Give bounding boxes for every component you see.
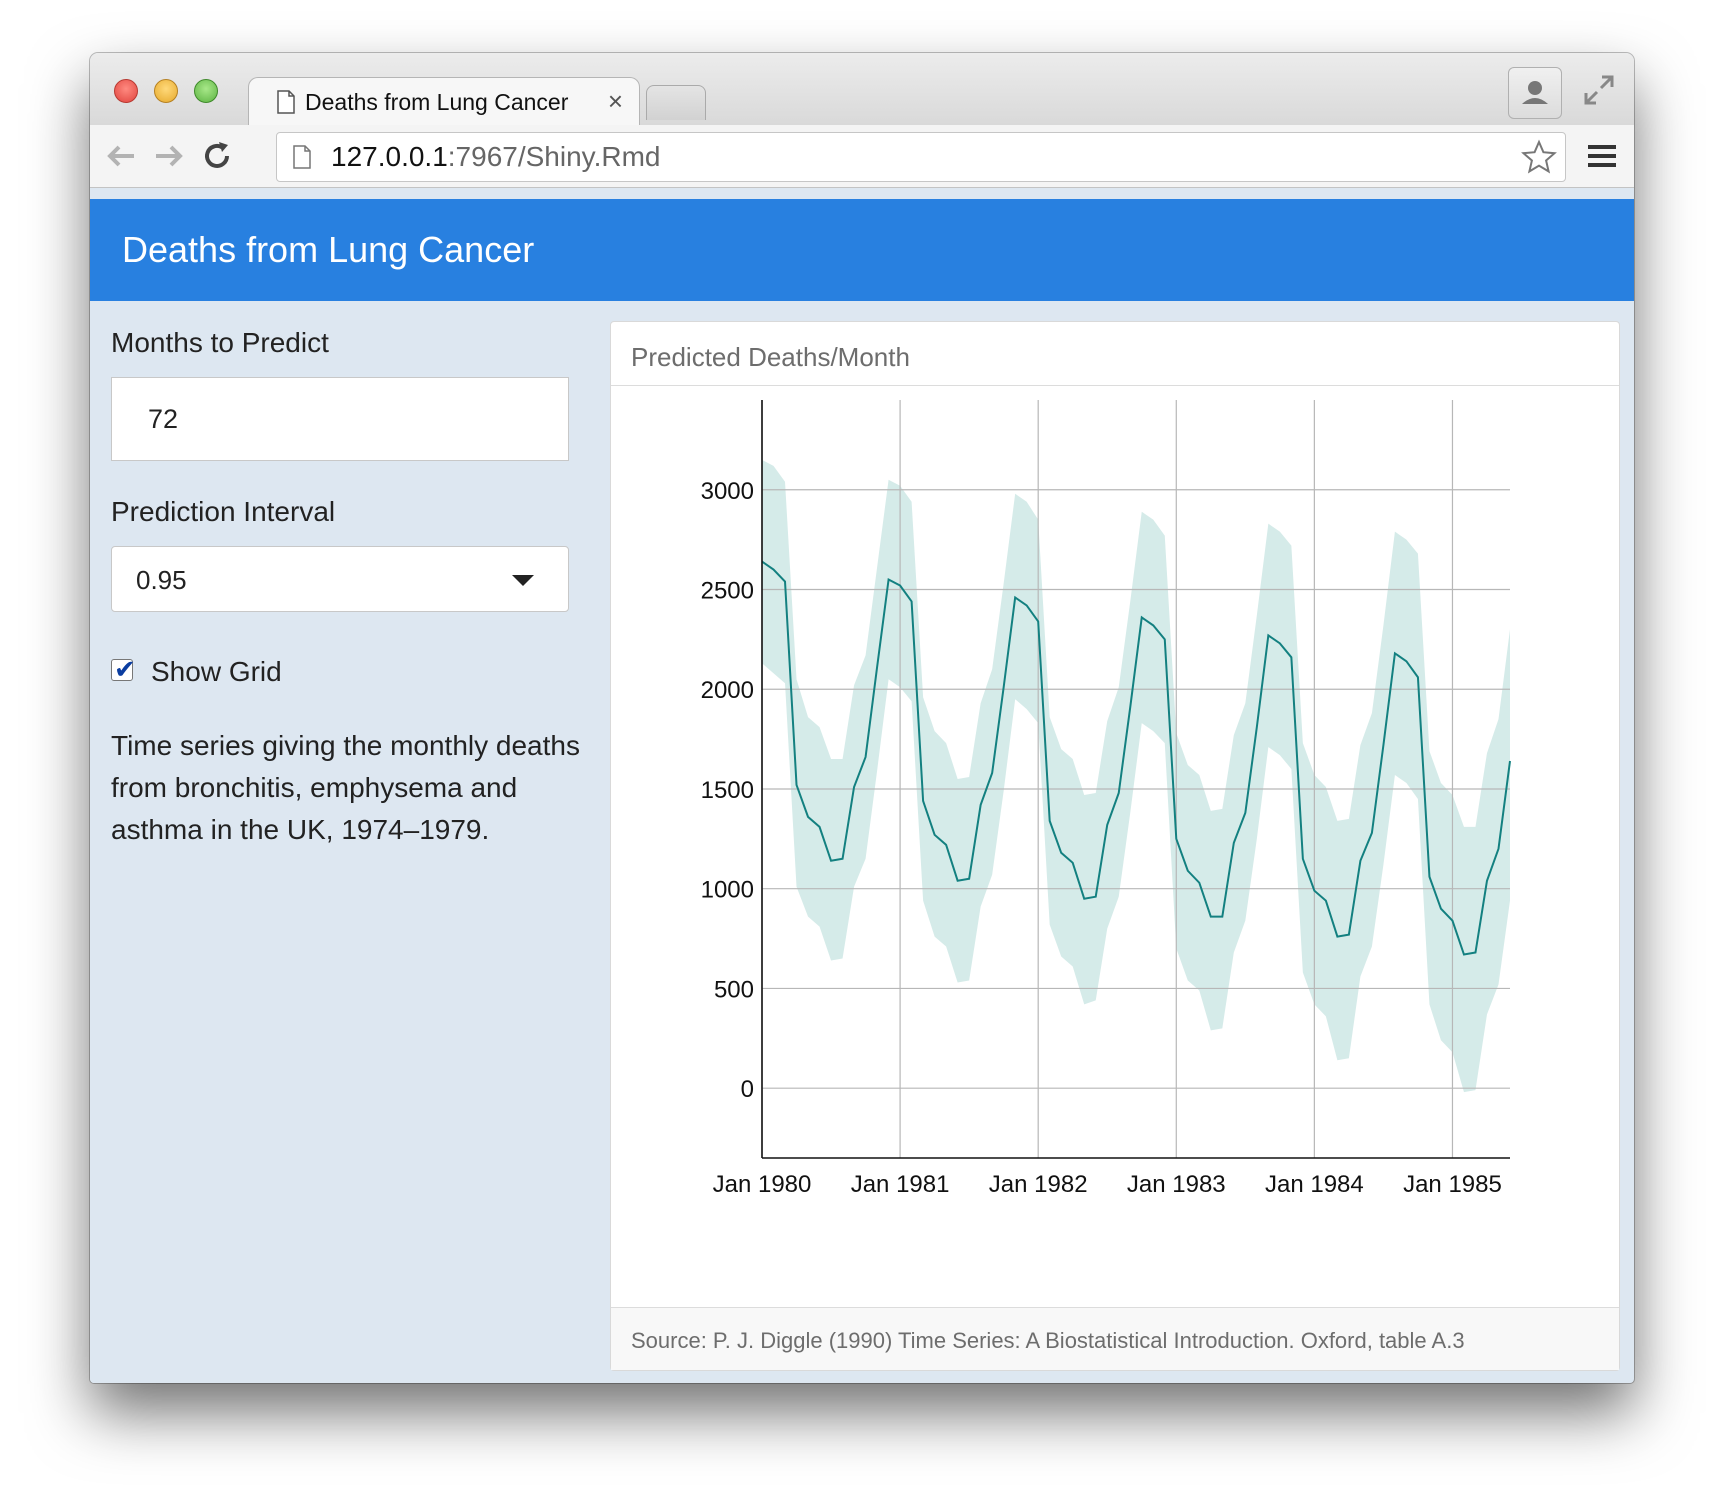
sidebar: Months to Predict 72 Prediction Interval… (90, 301, 592, 1383)
profile-button[interactable] (1508, 67, 1562, 119)
x-tick-label: Jan 1981 (851, 1171, 950, 1198)
x-tick-label: Jan 1980 (713, 1171, 812, 1198)
fullscreen-icon[interactable] (1582, 73, 1616, 107)
card-header: Predicted Deaths/Month (611, 322, 1619, 386)
y-tick-label: 2000 (701, 677, 754, 704)
show-grid-label[interactable]: Show Grid (151, 656, 282, 688)
x-tick-label: Jan 1983 (1127, 1171, 1226, 1198)
address-bar[interactable]: 127.0.0.1:7967/Shiny.Rmd (276, 132, 1566, 182)
y-tick-label: 500 (714, 976, 754, 1003)
months-input[interactable]: 72 (111, 377, 569, 461)
person-icon (1522, 81, 1548, 104)
x-tick-label: Jan 1984 (1265, 1171, 1364, 1198)
card-title: Predicted Deaths/Month (631, 342, 910, 372)
y-tick-label: 1500 (701, 777, 754, 804)
y-tick-label: 0 (741, 1076, 754, 1103)
x-tick-label: Jan 1982 (989, 1171, 1088, 1198)
page-title: Deaths from Lung Cancer (122, 229, 535, 270)
close-window-button[interactable] (114, 79, 138, 103)
y-tick-label: 2500 (701, 578, 754, 605)
forward-arrow-icon[interactable] (152, 139, 186, 173)
forecast-chart: 0 500 1000 1500 2000 2500 3000 Jan 1980 Jan 1981… (701, 400, 1511, 1198)
tab-active[interactable]: Deaths from Lung Cancer × (248, 77, 640, 128)
caret-down-icon (512, 575, 534, 586)
interval-select[interactable]: 0.95 (111, 546, 569, 612)
page-icon (293, 145, 311, 169)
source-note: Source: P. J. Diggle (1990) Time Series:… (631, 1328, 1465, 1353)
prediction-interval-band (762, 459, 1510, 1093)
interval-value: 0.95 (136, 565, 187, 595)
title-bar: Deaths from Lung Cancer × (90, 53, 1634, 128)
x-tick-label: Jan 1985 (1403, 1171, 1502, 1198)
url-text: 127.0.0.1:7967/Shiny.Rmd (331, 141, 661, 173)
reload-icon[interactable] (200, 139, 234, 173)
browser-toolbar: 127.0.0.1:7967/Shiny.Rmd (90, 125, 1634, 188)
url-path: :7967/Shiny.Rmd (447, 141, 661, 172)
bookmark-star-icon[interactable] (1521, 139, 1557, 175)
app-header: Deaths from Lung Cancer (90, 199, 1634, 301)
tab-title: Deaths from Lung Cancer (305, 89, 569, 115)
checkmark-icon: ✔ (114, 654, 136, 684)
minimize-window-button[interactable] (154, 79, 178, 103)
months-label: Months to Predict (111, 327, 329, 358)
browser-window: Deaths from Lung Cancer × 127.0.0.1:7967… (90, 53, 1634, 1383)
card-footer: Source: P. J. Diggle (1990) Time Series:… (611, 1307, 1619, 1370)
zoom-window-button[interactable] (194, 79, 218, 103)
y-tick-label: 1000 (701, 877, 754, 904)
new-tab-button[interactable] (646, 85, 706, 120)
tab-close-icon[interactable]: × (608, 86, 623, 117)
interval-label: Prediction Interval (111, 496, 336, 527)
show-grid-checkbox[interactable]: ✔ (111, 654, 136, 684)
url-host: 127.0.0.1 (331, 141, 448, 172)
document-icon (277, 90, 295, 114)
menu-icon[interactable] (1586, 141, 1618, 171)
chart-card: Predicted Deaths/Month 0 500 1000 1500 2000 2… (610, 321, 1620, 1371)
description-text: Time series giving the monthly deaths fr… (111, 730, 580, 845)
y-tick-label: 3000 (701, 478, 754, 505)
back-arrow-icon[interactable] (104, 139, 138, 173)
